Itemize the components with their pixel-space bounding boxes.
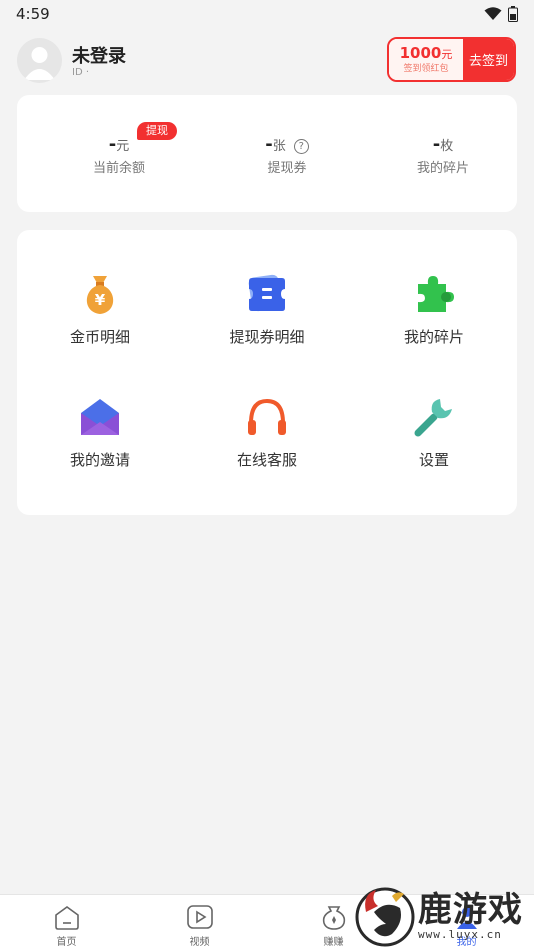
signin-amount: 1000元 [399,43,453,63]
stat-fragments-label: 我的碎片 [416,161,469,176]
watermark: 鹿游戏 www.luyx.cn [350,880,534,950]
status-time: 4:59 [16,5,50,23]
wrench-icon [414,399,452,437]
signin-amount-unit: 元 [441,47,453,61]
stat-fragments[interactable]: -枚 我的碎片 [373,135,513,177]
menu-settings-label: 设置 [418,451,449,469]
wifi-icon [484,7,502,20]
nav-video-label: 视频 [189,937,210,948]
menu-invite-label: 我的邀请 [69,451,130,469]
battery-icon [508,6,518,22]
svg-text:¥: ¥ [95,291,106,309]
menu-coin-detail-label: 金币明细 [69,328,130,346]
home-icon [54,906,79,930]
money-bag-icon: ¥ [86,276,114,314]
menu-card: ¥ 金币明细 提现券明细 我的碎片 我的邀请 在线客服 设置 [17,230,517,515]
menu-fragments-label: 我的碎片 [403,328,464,346]
help-icon[interactable]: ? [293,139,309,154]
menu-customer-service-label: 在线客服 [236,451,297,469]
menu-invite[interactable]: 我的邀请 [17,395,183,505]
signin-amount-value: 1000 [399,43,442,62]
nav-home-label: 首页 [56,937,77,948]
stat-balance-value: -元 [49,135,189,155]
menu-coupon-detail-label: 提现券明细 [229,328,305,346]
stat-coupon-label: 提现券 [267,161,307,176]
stat-coupon[interactable]: -张? 提现券 [217,135,357,176]
headphones-icon [248,398,286,435]
watermark-text: 鹿游戏 [418,890,523,930]
menu-customer-service[interactable]: 在线客服 [184,395,350,505]
status-icons [484,6,518,22]
nav-home[interactable]: 首页 [0,903,133,948]
stat-balance-label: 当前余额 [92,161,145,176]
stat-coupon-number: - [265,134,273,155]
profile-header: 未登录 ID · 1000元 签到领红包 去签到 [0,30,534,90]
menu-coupon-detail[interactable]: 提现券明细 [184,272,350,382]
stat-balance[interactable]: -元 当前余额 [49,135,189,177]
user-id: ID · [72,67,90,78]
stat-balance-unit: 元 [116,139,130,154]
menu-settings[interactable]: 设置 [351,395,517,505]
signin-banner[interactable]: 1000元 签到领红包 去签到 [387,37,516,82]
deer-logo-icon [355,887,415,947]
stats-card: 提现 -元 当前余额 -张? 提现券 -枚 我的碎片 [17,95,517,212]
stat-fragments-unit: 枚 [440,139,454,154]
username[interactable]: 未登录 [72,42,126,68]
status-bar: 4:59 [0,0,534,28]
ticket-icon [248,274,285,312]
puzzle-icon [418,276,454,312]
stat-fragments-value: -枚 [373,135,513,155]
stat-coupon-unit: 张 [272,139,286,154]
avatar[interactable] [17,38,62,83]
menu-coin-detail[interactable]: ¥ 金币明细 [17,272,183,382]
earn-icon [322,906,345,930]
watermark-url: www.luyx.cn [418,928,502,941]
signin-reward: 1000元 签到领红包 [389,39,463,80]
signin-button[interactable]: 去签到 [463,39,514,80]
avatar-placeholder-icon [24,47,55,80]
nav-video[interactable]: 视频 [133,903,266,948]
stat-coupon-value: -张? [217,135,357,155]
signin-subtitle: 签到领红包 [403,63,449,74]
menu-fragments[interactable]: 我的碎片 [351,272,517,382]
envelope-icon [81,399,119,435]
video-icon [186,905,213,929]
